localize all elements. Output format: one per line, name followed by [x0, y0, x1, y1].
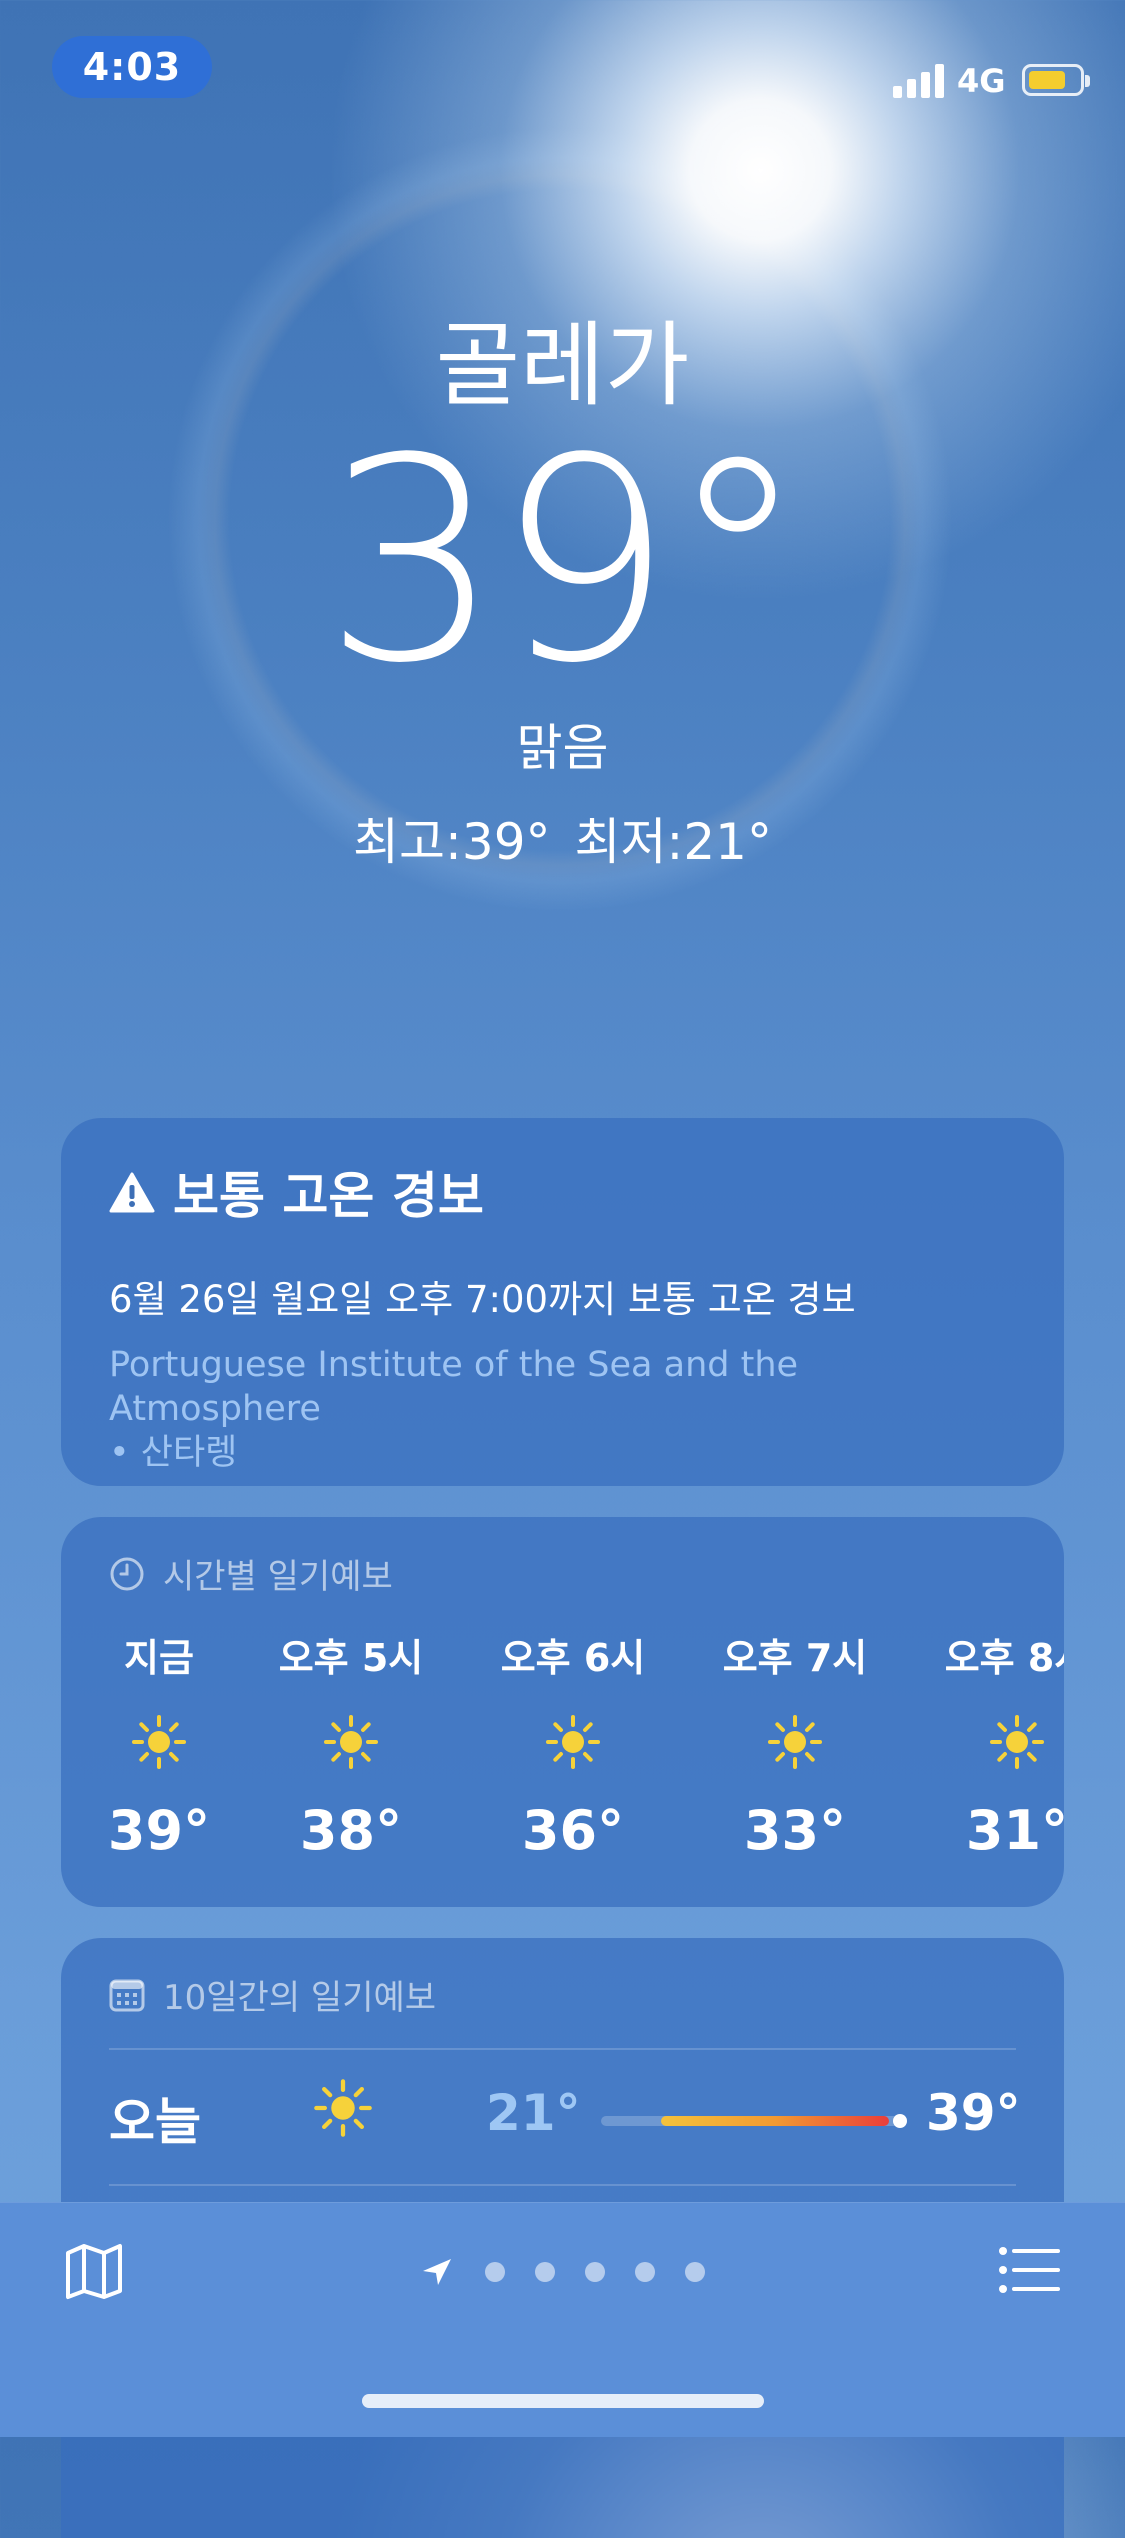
clock-icon	[110, 1557, 144, 1590]
warning-triangle-icon	[109, 1172, 155, 1213]
status-bar: 4:03 4G	[0, 0, 1125, 140]
hourly-scroller[interactable]: 지금 39° 오후 5시 38° 오후 6시 36° 오후 7시 33° 오후 …	[61, 1627, 1064, 1887]
alert-body: 6월 26일 월요일 오후 7:00까지 보통 고온 경보	[109, 1278, 856, 1321]
sun-icon	[473, 1697, 673, 1787]
sun-icon	[695, 1697, 895, 1787]
hour-label: 지금	[124, 1636, 194, 1680]
sun-icon	[917, 1697, 1064, 1787]
daily-header-text: 10일간의 일기예보	[163, 1978, 437, 2018]
battery-icon	[1022, 64, 1090, 96]
page-dot[interactable]	[535, 2262, 555, 2282]
hour-item: 오후 5시 38°	[251, 1627, 451, 1862]
list-icon[interactable]	[998, 2245, 1060, 2295]
divider	[109, 2184, 1016, 2186]
heat-alert-card[interactable]: 보통 고온 경보 6월 26일 월요일 오후 7:00까지 보통 고온 경보 P…	[61, 1118, 1064, 1486]
daily-row[interactable]: 오늘 21° 39°	[61, 2050, 1064, 2182]
day-name: 오늘	[109, 2093, 201, 2151]
hourly-forecast-card[interactable]: 시간별 일기예보 지금 39° 오후 5시 38° 오후 6시 36° 오후 7…	[61, 1517, 1064, 1907]
daily-header: 10일간의 일기예보	[61, 1938, 1064, 2019]
hour-item: 오후 8시 31°	[917, 1627, 1064, 1862]
page-dot[interactable]	[685, 2262, 705, 2282]
high-temperature: 최고:39°	[353, 813, 551, 871]
page-dot[interactable]	[635, 2262, 655, 2282]
cellular-signal-icon	[893, 62, 945, 98]
sun-icon	[251, 1697, 451, 1787]
hour-temp: 38°	[299, 1799, 403, 1862]
home-indicator[interactable]	[362, 2394, 764, 2408]
network-type: 4G	[957, 62, 1006, 100]
alert-title-text: 보통 고온 경보	[173, 1167, 484, 1225]
page-dot[interactable]	[585, 2262, 605, 2282]
current-temperature: 39°	[323, 399, 807, 725]
map-icon[interactable]	[64, 2241, 124, 2301]
temperature-range-fill	[661, 2116, 889, 2126]
current-weather: 골레가 39° 맑음 최고:39° 최저:21°	[0, 320, 1125, 874]
status-time[interactable]: 4:03	[52, 36, 212, 98]
day-high-temp: 39°	[926, 2084, 1021, 2142]
hour-item: 오후 6시 36°	[473, 1627, 673, 1862]
hour-temp: 31°	[965, 1799, 1064, 1862]
hour-temp: 33°	[743, 1799, 847, 1862]
alert-title: 보통 고온 경보	[109, 1156, 1016, 1228]
hour-label: 오후 5시	[278, 1636, 424, 1680]
page-dot[interactable]	[485, 2262, 505, 2282]
current-condition: 맑음	[516, 719, 609, 777]
low-temperature: 최저:21°	[574, 813, 772, 871]
hour-label: 오후 8시	[944, 1636, 1064, 1680]
high-low: 최고:39° 최저:21°	[0, 802, 1125, 874]
hour-item: 오후 7시 33°	[695, 1627, 895, 1862]
alert-source-region: • 산타렝	[109, 1432, 238, 1473]
hour-label: 오후 7시	[722, 1636, 868, 1680]
location-arrow-icon	[423, 2259, 451, 2285]
temperature-range-bar	[601, 2114, 907, 2128]
alert-source[interactable]: Portuguese Institute of the Sea and the …	[109, 1344, 1016, 1475]
hourly-header-text: 시간별 일기예보	[163, 1557, 393, 1597]
hour-temp: 39°	[107, 1799, 211, 1862]
current-temperature-dot	[893, 2114, 907, 2128]
sun-icon	[311, 2076, 375, 2144]
calendar-icon	[109, 1979, 145, 2011]
alert-source-name: Portuguese Institute of the Sea and the …	[109, 1345, 799, 1429]
hourly-header: 시간별 일기예보	[61, 1517, 1064, 1598]
hour-label: 오후 6시	[500, 1636, 646, 1680]
hour-temp: 36°	[521, 1799, 625, 1862]
page-indicator[interactable]	[420, 2257, 720, 2287]
day-low-temp: 21°	[486, 2084, 581, 2142]
hour-item: 지금 39°	[61, 1627, 259, 1862]
sun-icon	[61, 1697, 259, 1787]
